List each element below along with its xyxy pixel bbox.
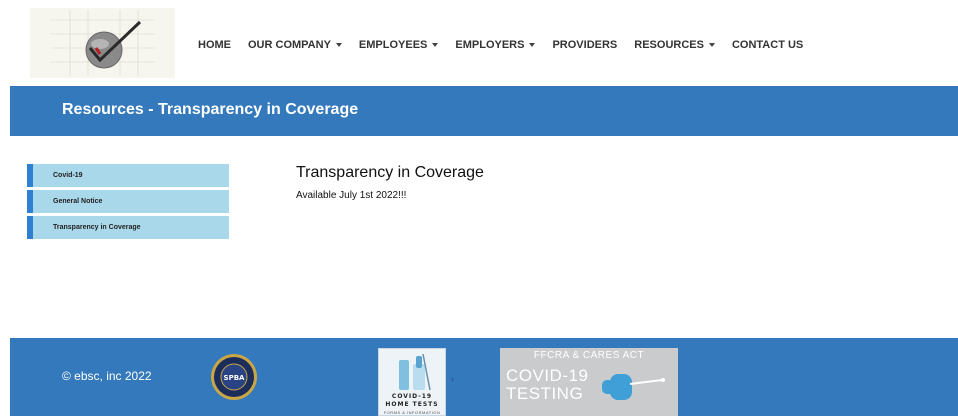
nav-resources-label: RESOURCES <box>634 39 704 51</box>
caret-down-icon <box>335 43 342 47</box>
home-tests-line1: COVID-19 <box>391 393 433 400</box>
seal-text: SPBA <box>224 374 246 382</box>
resources-sidebar: Covid-19 General Notice Transparency in … <box>27 164 229 242</box>
page-title: Resources - Transparency in Coverage <box>62 101 359 118</box>
nav-employees-label: EMPLOYEES <box>358 39 428 51</box>
nav-employers-label: EMPLOYERS <box>455 39 525 51</box>
content-text: Available July 1st 2022!!! <box>296 190 407 201</box>
nav-home[interactable]: HOME <box>198 39 231 51</box>
home-tests-line2: HOME TESTS <box>385 401 439 408</box>
main-nav: HOME OUR COMPANY EMPLOYEES EMPLOYERS PRO… <box>198 37 820 53</box>
copyright-text: © ebsc, inc 2022 <box>62 369 152 383</box>
chevron-icon: › <box>451 374 454 384</box>
nav-our-company[interactable]: OUR COMPANY <box>248 39 342 51</box>
gloved-hand-swab-icon <box>602 374 665 400</box>
ffcra-line2: TESTING <box>506 384 584 403</box>
nav-resources[interactable]: RESOURCES <box>634 39 715 51</box>
test-kit-icon <box>399 354 431 391</box>
ffcra-cares-testing-badge[interactable]: FFCRA & CARES ACT COVID-19 TESTING <box>500 348 678 416</box>
nav-contact-us[interactable]: CONTACT US <box>732 39 803 51</box>
caret-down-icon <box>529 43 536 47</box>
covid-home-tests-badge[interactable]: COVID-19 HOME TESTS FORMS & INFORMATION <box>378 348 446 416</box>
spba-seal-icon[interactable]: SPBA <box>210 353 258 401</box>
page-footer: © ebsc, inc 2022 SPBA COVID-19 HOME TEST… <box>10 338 958 416</box>
ffcra-top-text: FFCRA & CARES ACT <box>533 350 645 361</box>
caret-down-icon <box>708 43 715 47</box>
sidebar-item-covid-19[interactable]: Covid-19 <box>27 164 229 187</box>
home-tests-line3: FORMS & INFORMATION <box>383 410 441 415</box>
nav-home-label: HOME <box>198 39 231 51</box>
company-logo[interactable] <box>30 8 175 78</box>
content-heading: Transparency in Coverage <box>296 164 484 181</box>
nav-our-company-label: OUR COMPANY <box>248 39 331 51</box>
caret-down-icon <box>432 43 439 47</box>
ffcra-line1: COVID-19 <box>506 366 589 385</box>
nav-employees[interactable]: EMPLOYEES <box>358 39 439 51</box>
page-banner: Resources - Transparency in Coverage <box>10 86 958 136</box>
sidebar-item-transparency-in-coverage[interactable]: Transparency in Coverage <box>27 216 229 239</box>
nav-employers[interactable]: EMPLOYERS <box>455 39 536 51</box>
checkmark-logo-icon <box>50 10 155 76</box>
sidebar-item-general-notice[interactable]: General Notice <box>27 190 229 213</box>
nav-providers-label: PROVIDERS <box>552 39 618 51</box>
nav-providers[interactable]: PROVIDERS <box>552 39 617 51</box>
nav-contact-us-label: CONTACT US <box>731 39 804 51</box>
